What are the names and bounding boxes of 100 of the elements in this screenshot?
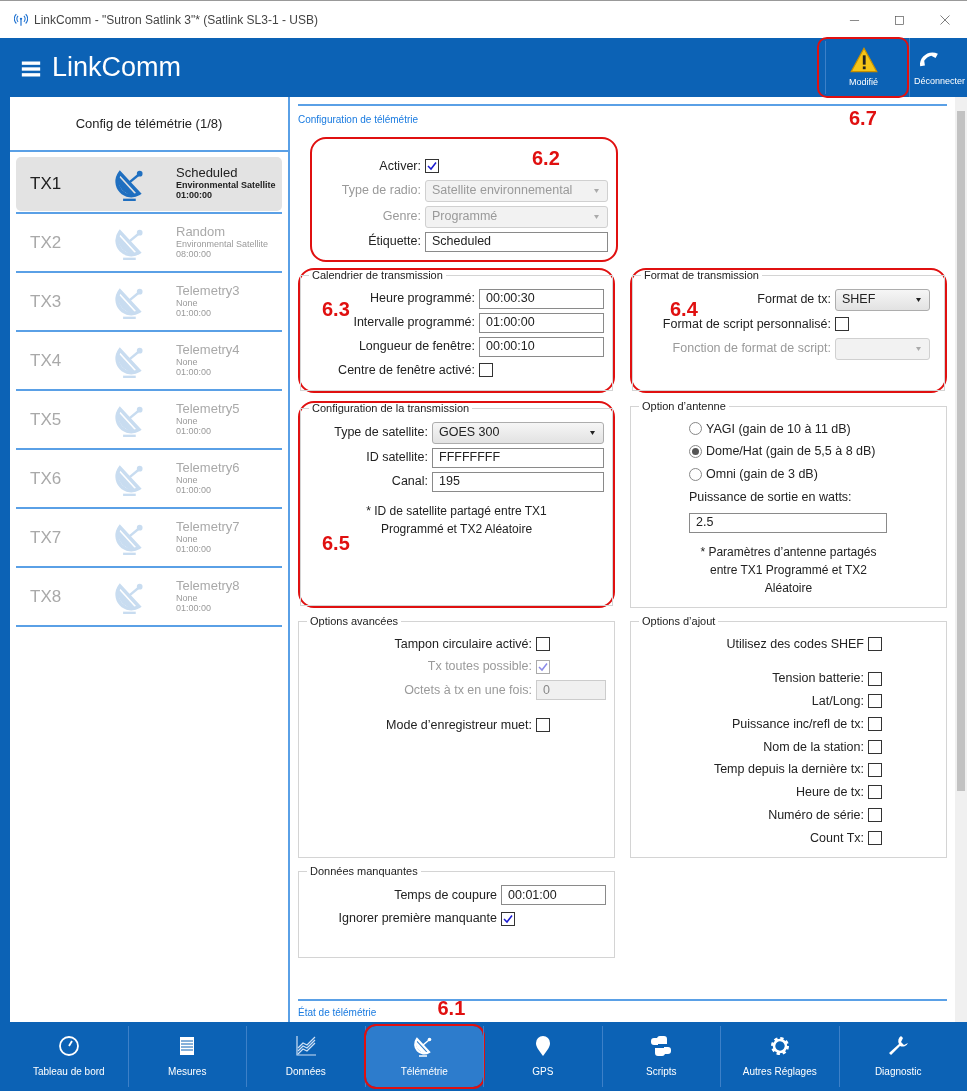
checkbox[interactable] — [868, 739, 882, 754]
radio-button[interactable] — [689, 467, 702, 481]
radio-label: Omni (gain de 3 dB) — [706, 466, 818, 483]
checkbox[interactable] — [536, 636, 550, 651]
nav-tab[interactable]: Tableau de bord — [10, 1026, 128, 1087]
tx-label: TX3 — [29, 290, 63, 313]
sidebar-item[interactable]: TX1 Scheduled Environmental Satellite 01:00:00 — [16, 156, 282, 211]
item-interval: 01:00:00 — [176, 367, 213, 379]
checkbox[interactable] — [868, 694, 882, 709]
checkbox[interactable] — [868, 785, 882, 800]
field-label: Type de radio: — [341, 183, 421, 198]
field-label: Ignorer première manquante — [338, 911, 497, 926]
item-type: Environmental Satellite — [176, 238, 269, 250]
close-icon — [938, 14, 951, 27]
checkbox[interactable] — [479, 363, 493, 378]
group-title: Options d’ajout — [641, 615, 717, 627]
group-title: Option d’antenne — [641, 400, 727, 412]
field-label: Mode d’enregistreur muet: — [386, 718, 532, 732]
nav-tab[interactable]: GPS — [484, 1026, 602, 1087]
item-name: Telemetry3 — [176, 282, 240, 298]
checkbox[interactable] — [868, 636, 882, 651]
text-field[interactable]: 00:00:30 — [479, 288, 604, 309]
item-interval: 01:00:00 — [176, 426, 213, 438]
checkbox[interactable] — [868, 830, 882, 845]
scrollbar[interactable] — [955, 97, 967, 1022]
field-label: Canal: — [391, 474, 428, 489]
window-title: LinkComm - "Sutron Satlink 3"* (Satlink SL3-1 - USB) — [34, 11, 318, 29]
checkbox[interactable] — [835, 317, 849, 332]
item-interval: 08:00:00 — [176, 249, 213, 261]
text-field[interactable]: 01:00:00 — [479, 312, 604, 333]
field-label: Centre de fenêtre activé: — [338, 362, 475, 377]
nav-tab[interactable]: Autres Réglages — [721, 1026, 839, 1087]
item-name: Telemetry4 — [176, 341, 240, 357]
field-label: Nom de la station: — [763, 739, 864, 754]
field-label: Lat/Long: — [811, 694, 864, 708]
text-field[interactable]: 195 — [432, 471, 604, 492]
field-label: Intervalle programmé: — [353, 315, 475, 330]
note-text: * Paramètres d’antenne partagés entre TX1 Programmé et TX2 Aléatoire — [699, 543, 878, 597]
tx-label: TX2 — [29, 231, 63, 254]
text-field[interactable]: 00:01:00 — [501, 885, 606, 906]
field-label: Puissance inc/refl de tx: — [732, 716, 864, 731]
scrollbar-thumb[interactable] — [957, 111, 965, 791]
checkbox[interactable] — [536, 718, 550, 733]
field-label: Puissance de sortie en watts: — [689, 488, 853, 506]
checkbox[interactable] — [868, 717, 882, 732]
checkbox[interactable] — [501, 911, 515, 926]
callout-number: 6.1 — [437, 996, 466, 1021]
field-label: Genre: — [382, 209, 421, 224]
modified-button[interactable]: Modifié — [825, 41, 901, 94]
checkbox[interactable] — [868, 671, 882, 686]
item-name: Scheduled — [176, 164, 238, 180]
radio-label: Dome/Hat (gain de 5,5 à 8 dB) — [706, 443, 876, 461]
item-interval: 01:00:00 — [176, 603, 213, 615]
text-field[interactable]: 00:00:10 — [479, 336, 604, 357]
nav-tab[interactable]: Télémétrie — [365, 1026, 483, 1087]
field-label: Count Tx: — [810, 830, 864, 845]
field-label: ID satellite: — [366, 450, 428, 465]
radio-label: YAGI (gain de 10 à 11 dB) — [706, 420, 851, 438]
field-label: Utilisez des codes SHEF — [726, 636, 864, 651]
check-icon — [502, 912, 514, 925]
caret-icon — [588, 429, 597, 436]
nav-tab[interactable]: Mesures — [128, 1026, 246, 1087]
field-label: Format de tx: — [757, 292, 831, 307]
text-field[interactable]: Scheduled — [425, 231, 608, 252]
field-label: Tampon circulaire activé: — [394, 636, 532, 651]
section-heading[interactable]: État de télémétrie — [298, 1007, 377, 1018]
checkbox[interactable] — [868, 762, 882, 777]
field-label: Longueur de fenêtre: — [358, 339, 475, 354]
menu-icon — [20, 59, 42, 80]
sidebar-title: Config de télémétrie (1/8) — [75, 114, 223, 133]
nav-tab[interactable]: Données — [247, 1026, 365, 1087]
text-field[interactable]: FFFFFFFF — [432, 447, 604, 468]
item-name: Telemetry5 — [176, 400, 240, 416]
checkbox[interactable] — [425, 159, 439, 174]
check-icon — [426, 160, 438, 173]
caret-icon — [592, 187, 601, 194]
field-label: Tx toutes possible: — [427, 659, 532, 674]
item-name: Telemetry6 — [176, 459, 240, 475]
warning-icon — [847, 45, 880, 74]
caret-icon — [914, 345, 923, 352]
note-text: * ID de satellite partagé entre TX1 Programmé et TX2 Aléatoire — [365, 502, 548, 538]
radio-button[interactable] — [689, 422, 702, 436]
nav-tab[interactable]: Scripts — [602, 1026, 720, 1087]
item-type: Environmental Satellite — [176, 179, 276, 191]
section-heading[interactable]: Configuration de télémétrie — [298, 114, 419, 125]
checkbox[interactable] — [868, 808, 882, 823]
dropdown[interactable]: SHEF — [835, 288, 930, 311]
item-type: None — [176, 533, 198, 545]
dropdown[interactable]: GOES 300 — [432, 421, 604, 444]
tx-label: TX8 — [29, 585, 63, 608]
tx-label: TX4 — [29, 349, 63, 372]
item-name: Telemetry8 — [176, 577, 240, 593]
text-field[interactable]: 2.5 — [689, 512, 887, 533]
group-title: Options avancées — [309, 615, 400, 627]
app-name: LinkComm — [52, 51, 182, 85]
field-label: Heure programmé: — [370, 291, 475, 306]
nav-tab[interactable]: Diagnostic — [839, 1026, 957, 1087]
radio-button[interactable] — [689, 445, 702, 459]
check-icon — [537, 660, 549, 673]
field-label: Numéro de série: — [768, 807, 864, 822]
